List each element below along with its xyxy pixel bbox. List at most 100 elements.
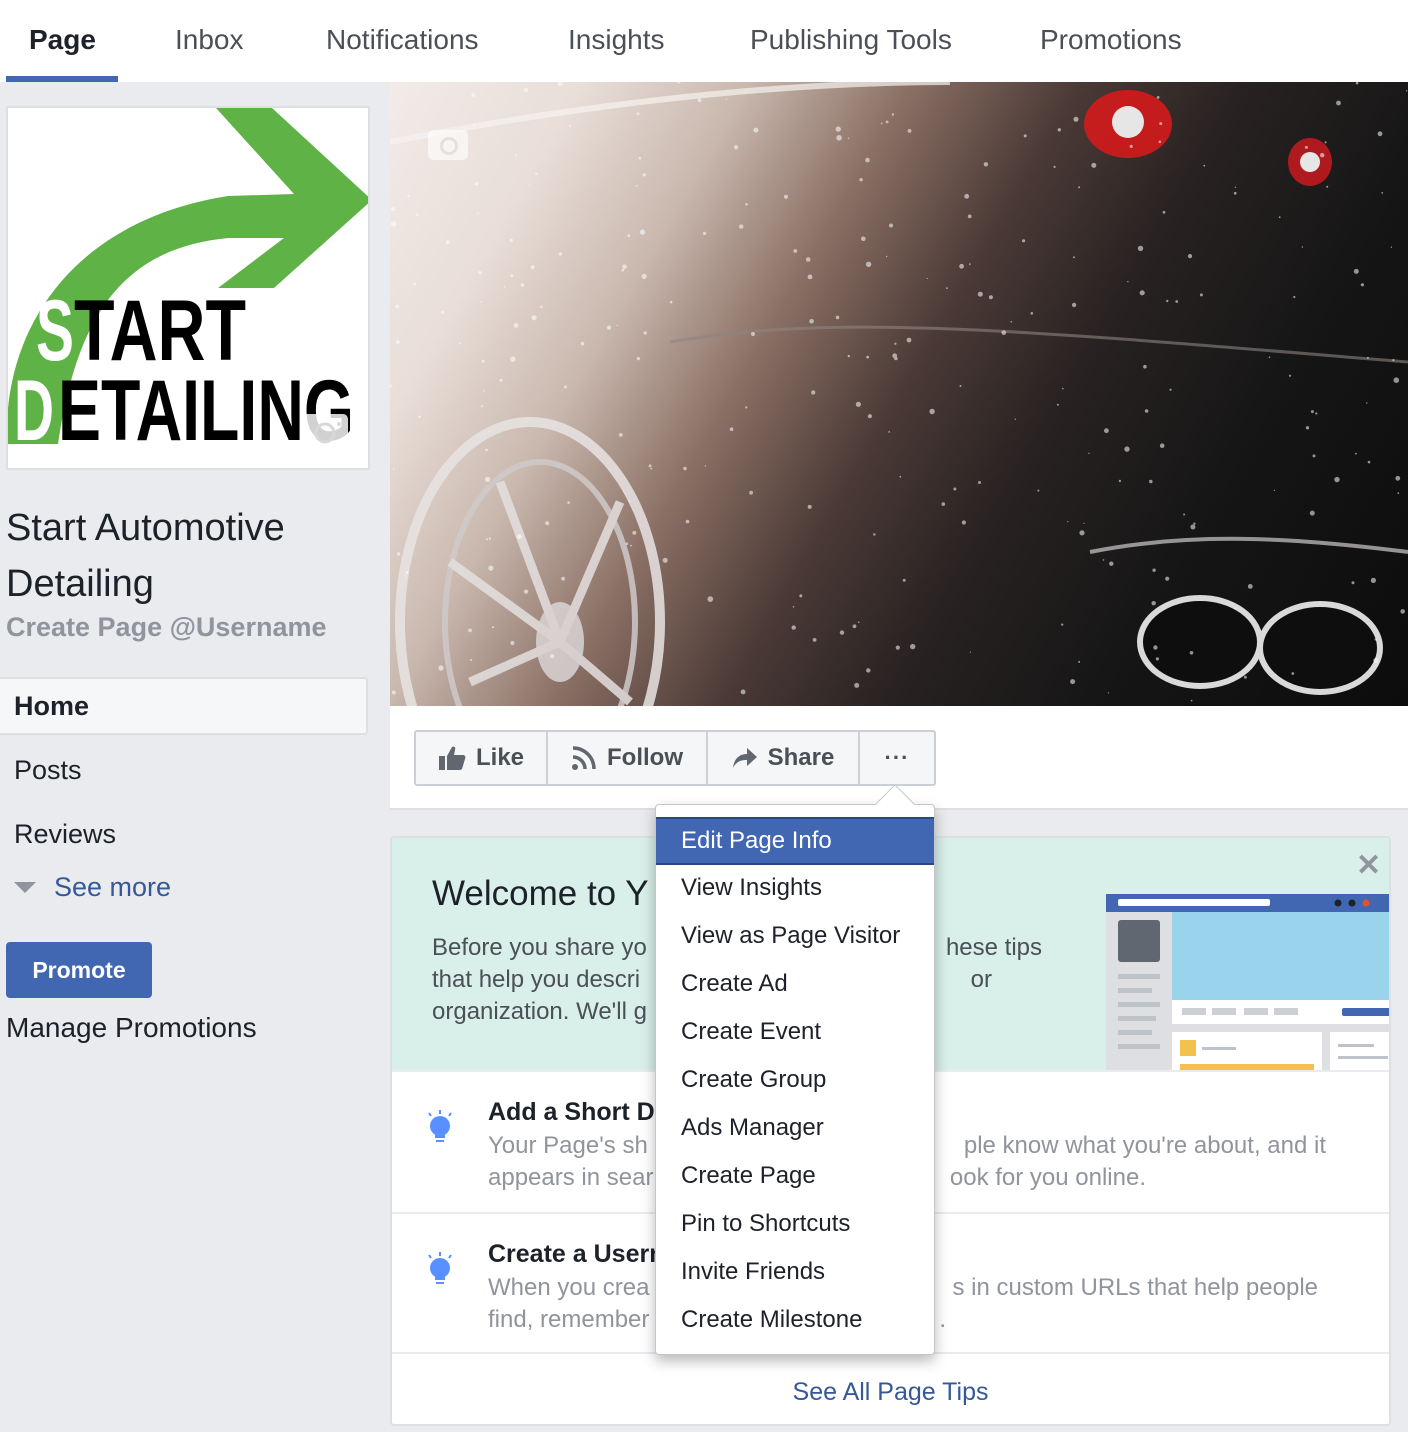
water-speck (1107, 692, 1109, 694)
water-speck (753, 127, 759, 133)
water-speck (492, 626, 495, 629)
tab-notifications[interactable]: Notifications (326, 24, 479, 56)
sidebar-item-reviews[interactable]: Reviews (0, 805, 368, 863)
menu-item-invite-friends[interactable]: Invite Friends (656, 1249, 934, 1297)
more-options-button[interactable]: ··· (860, 732, 934, 784)
profile-picture[interactable]: S TART D ETAILING (6, 106, 370, 470)
water-speck (1102, 559, 1105, 561)
water-speck (1014, 418, 1016, 420)
water-speck (685, 519, 690, 524)
water-speck (391, 207, 395, 212)
share-label: Share (767, 744, 835, 771)
water-speck (745, 406, 748, 409)
water-speck (580, 341, 585, 346)
water-speck (513, 323, 519, 328)
water-speck (446, 240, 450, 244)
tab-inbox[interactable]: Inbox (175, 24, 244, 56)
water-speck (1366, 356, 1369, 359)
water-speck (1124, 446, 1130, 452)
water-speck (630, 544, 632, 547)
water-speck (1199, 293, 1203, 297)
water-speck (520, 283, 524, 287)
water-speck (643, 331, 647, 335)
see-all-page-tips-link[interactable]: See All Page Tips (392, 1352, 1389, 1424)
follow-button[interactable]: Follow (548, 732, 708, 784)
menu-item-create-event[interactable]: Create Event (656, 1009, 934, 1057)
menu-item-pin-to-shortcuts[interactable]: Pin to Shortcuts (656, 1201, 934, 1249)
water-speck (745, 203, 748, 206)
water-speck (473, 123, 476, 126)
camera-icon[interactable] (302, 414, 348, 450)
see-more-link[interactable]: See more (14, 872, 171, 903)
create-username-link[interactable]: Create Page @Username (6, 612, 326, 643)
water-speck (468, 628, 472, 633)
water-speck (683, 466, 687, 471)
water-speck (961, 520, 967, 525)
water-speck (1162, 210, 1166, 214)
promote-button[interactable]: Promote (6, 942, 152, 998)
water-speck (407, 194, 410, 198)
water-speck (545, 521, 550, 526)
water-speck (1010, 321, 1012, 323)
menu-item-create-ad[interactable]: Create Ad (656, 961, 934, 1009)
tab-page[interactable]: Page (29, 24, 96, 56)
page-title: Start Automotive Detailing (6, 507, 285, 605)
menu-item-ads-manager[interactable]: Ads Manager (656, 1105, 934, 1153)
water-speck (805, 257, 811, 262)
water-speck (470, 658, 473, 662)
water-speck (641, 273, 647, 279)
water-speck (1088, 452, 1090, 454)
menu-item-create-page[interactable]: Create Page (656, 1153, 934, 1201)
tip-title: Add a Short De (488, 1098, 669, 1126)
water-speck (1312, 454, 1316, 458)
menu-item-create-group[interactable]: Create Group (656, 1057, 934, 1105)
water-speck (639, 229, 646, 235)
water-speck (1109, 561, 1114, 566)
water-speck (484, 476, 491, 483)
camera-icon[interactable] (428, 130, 468, 160)
menu-item-create-milestone[interactable]: Create Milestone (656, 1297, 934, 1345)
share-button[interactable]: Share (708, 732, 860, 784)
tab-publishing-tools[interactable]: Publishing Tools (750, 24, 952, 56)
water-speck (839, 630, 845, 635)
water-speck (1355, 452, 1357, 455)
sidebar-item-home[interactable]: Home (0, 677, 368, 735)
menu-item-edit-page-info[interactable]: Edit Page Info (656, 817, 934, 865)
welcome-title: Welcome to Y (432, 874, 649, 913)
close-icon[interactable]: ✕ (1356, 848, 1381, 883)
water-speck (740, 689, 746, 695)
water-speck (528, 184, 530, 186)
water-speck (1326, 185, 1329, 188)
tab-insights[interactable]: Insights (568, 24, 665, 56)
tab-promotions[interactable]: Promotions (1040, 24, 1182, 56)
water-speck (1030, 312, 1034, 315)
menu-item-view-insights[interactable]: View Insights (656, 865, 934, 913)
like-button[interactable]: Like (416, 732, 548, 784)
sidebar-item-posts[interactable]: Posts (0, 741, 368, 799)
water-speck (891, 113, 895, 116)
water-speck (888, 431, 891, 433)
water-speck (1127, 280, 1129, 283)
water-speck (967, 214, 972, 219)
water-speck (1234, 607, 1237, 610)
water-speck (550, 654, 555, 659)
thumbs-up-icon (438, 746, 466, 770)
water-speck (616, 324, 618, 327)
water-speck (725, 98, 728, 100)
manage-promotions-link[interactable]: Manage Promotions (6, 1012, 257, 1044)
water-speck (662, 557, 668, 563)
water-speck (1374, 638, 1377, 641)
menu-item-view-as-page-visitor[interactable]: View as Page Visitor (656, 913, 934, 961)
water-speck (485, 448, 488, 452)
cover-photo[interactable] (390, 82, 1408, 706)
water-speck (847, 354, 850, 358)
water-speck (650, 467, 653, 470)
water-speck (1310, 410, 1314, 414)
water-speck (866, 668, 871, 673)
logo-letter-d: D (14, 363, 54, 459)
water-speck (707, 596, 714, 602)
water-speck (476, 212, 479, 215)
water-speck (1149, 479, 1153, 484)
water-speck (503, 286, 506, 288)
water-speck (729, 427, 734, 432)
